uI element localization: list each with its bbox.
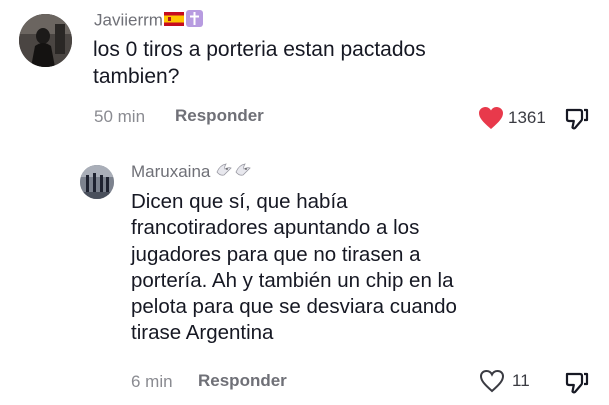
cross-icon bbox=[185, 10, 203, 32]
avatar[interactable] bbox=[19, 14, 72, 67]
reply-button[interactable]: Responder bbox=[198, 371, 287, 391]
comment-text-line: portería. Ah y también un chip en la bbox=[131, 268, 454, 292]
like-count: 1361 bbox=[508, 108, 546, 127]
comment-text: los 0 tiros a porteria estan pactados ta… bbox=[93, 37, 426, 89]
comment-text-line: pelota para que se desviara cuando bbox=[131, 295, 457, 319]
spain-flag-icon bbox=[163, 11, 184, 31]
comment-text-line: tirase Argentina bbox=[131, 321, 274, 345]
dislike-icon[interactable] bbox=[564, 105, 590, 136]
like-count: 11 bbox=[512, 371, 530, 390]
comment-text-line: francotiradores apuntando a los bbox=[131, 216, 420, 240]
comment-text-line: Dicen que sí, que había bbox=[131, 190, 348, 213]
dove-icon bbox=[234, 161, 252, 184]
comment: Javiierrm los 0 tiros a porteria estan p… bbox=[0, 0, 609, 135]
avatar[interactable] bbox=[80, 165, 114, 199]
reply-comment: Maruxaina Dicen que sí, que había franco… bbox=[0, 150, 609, 405]
heart-filled-icon bbox=[478, 106, 504, 130]
reply-button[interactable]: Responder bbox=[175, 106, 264, 126]
comment-username[interactable]: Maruxaina bbox=[131, 161, 252, 184]
comment-username[interactable]: Javiierrm bbox=[94, 10, 203, 32]
like-button[interactable]: 1361 bbox=[478, 106, 546, 130]
comment-timestamp: 6 min bbox=[131, 372, 173, 391]
comment-timestamp: 50 min bbox=[94, 107, 146, 126]
dislike-icon[interactable] bbox=[564, 369, 590, 400]
comment-text-line: tambien? bbox=[93, 65, 180, 89]
comment-text-line: los 0 tiros a porteria estan pactados bbox=[93, 38, 426, 61]
avatar-photo bbox=[19, 14, 72, 67]
avatar-photo bbox=[80, 165, 114, 199]
heart-outline-icon bbox=[479, 369, 505, 393]
comment-text-line: jugadores para que no tirasen a bbox=[131, 242, 421, 266]
comment-text: Dicen que sí, que había francotiradores … bbox=[131, 189, 457, 347]
like-button[interactable]: 11 bbox=[479, 369, 530, 393]
dove-icon bbox=[215, 161, 233, 184]
